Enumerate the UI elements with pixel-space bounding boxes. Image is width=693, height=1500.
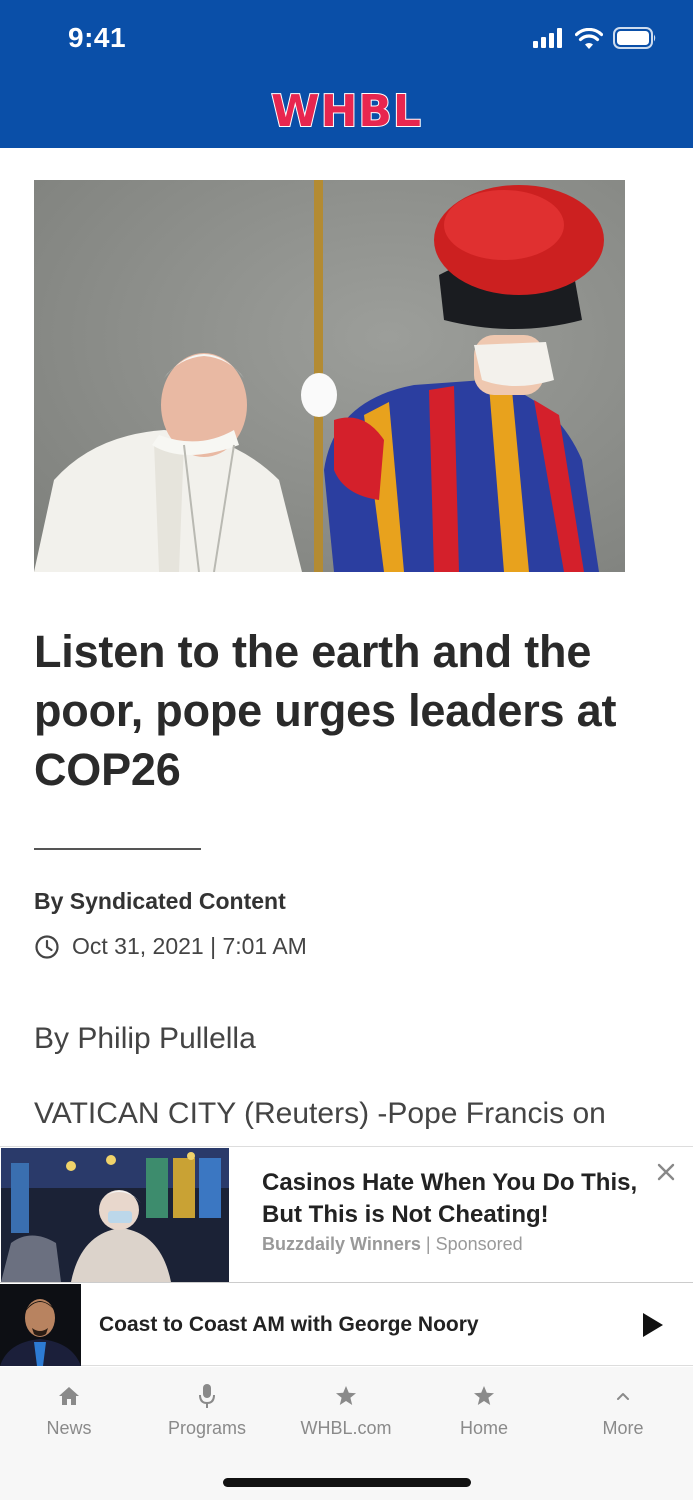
tab-more[interactable]: More [554, 1381, 692, 1439]
article-paragraph: By Philip Pullella [34, 1022, 256, 1055]
article-date: Oct 31, 2021 | 7:01 AM [72, 933, 307, 959]
wifi-icon [575, 27, 603, 49]
home-indicator[interactable] [223, 1478, 471, 1487]
star-icon [474, 1386, 494, 1405]
article-hero-image [34, 180, 625, 572]
tab-news[interactable]: News [0, 1381, 138, 1439]
show-thumbnail [0, 1284, 81, 1366]
article-byline: By Syndicated Content [34, 888, 286, 914]
ad-image[interactable] [1, 1148, 229, 1282]
show-title[interactable]: Coast to Coast AM with George Noory [99, 1313, 479, 1337]
star-icon [336, 1386, 356, 1405]
tab-label: Programs [167, 1418, 247, 1438]
clock-icon [35, 934, 59, 959]
article-paragraph: VATICAN CITY (Reuters) -Pope Francis on [34, 1097, 606, 1130]
tab-label: WHBL.com [300, 1418, 392, 1438]
tab-label: More [602, 1418, 644, 1438]
ad-separator: | [420, 1234, 436, 1254]
play-icon[interactable] [639, 1311, 665, 1339]
tab-label: News [46, 1418, 92, 1438]
whbl-logo[interactable]: WHBL [0, 85, 693, 138]
article-headline: Listen to the earth and the poor, pope u… [34, 626, 617, 795]
article-dateline: Oct 31, 2021 | 7:01 AM [34, 933, 307, 960]
headline-divider [34, 848, 201, 850]
battery-icon [613, 27, 656, 49]
ad-source: Buzzdaily Winners [262, 1234, 421, 1254]
ad-title[interactable]: Casinos Hate When You Do This, But This … [262, 1167, 652, 1231]
close-icon[interactable] [653, 1159, 679, 1185]
status-icons [533, 26, 657, 50]
status-time: 9:41 [68, 22, 127, 53]
tab-label: Home [459, 1418, 508, 1438]
home-icon [59, 1387, 79, 1405]
tab-programs[interactable]: Programs [138, 1381, 276, 1439]
ad-sponsored-label: Sponsored [435, 1234, 523, 1254]
app-header: 9:41 WHBL [0, 0, 693, 148]
signal-icon [533, 28, 562, 48]
chevron-up-icon [617, 1393, 629, 1400]
microphone-icon [199, 1384, 215, 1408]
ad-meta: Buzzdaily Winners | Sponsored [262, 1234, 523, 1255]
now-playing-bar[interactable]: Coast to Coast AM with George Noory [0, 1284, 693, 1366]
tab-home[interactable]: Home [415, 1381, 553, 1439]
sponsored-ad[interactable]: Casinos Hate When You Do This, But This … [0, 1146, 693, 1283]
tab-whbl-com[interactable]: WHBL.com [277, 1381, 415, 1439]
